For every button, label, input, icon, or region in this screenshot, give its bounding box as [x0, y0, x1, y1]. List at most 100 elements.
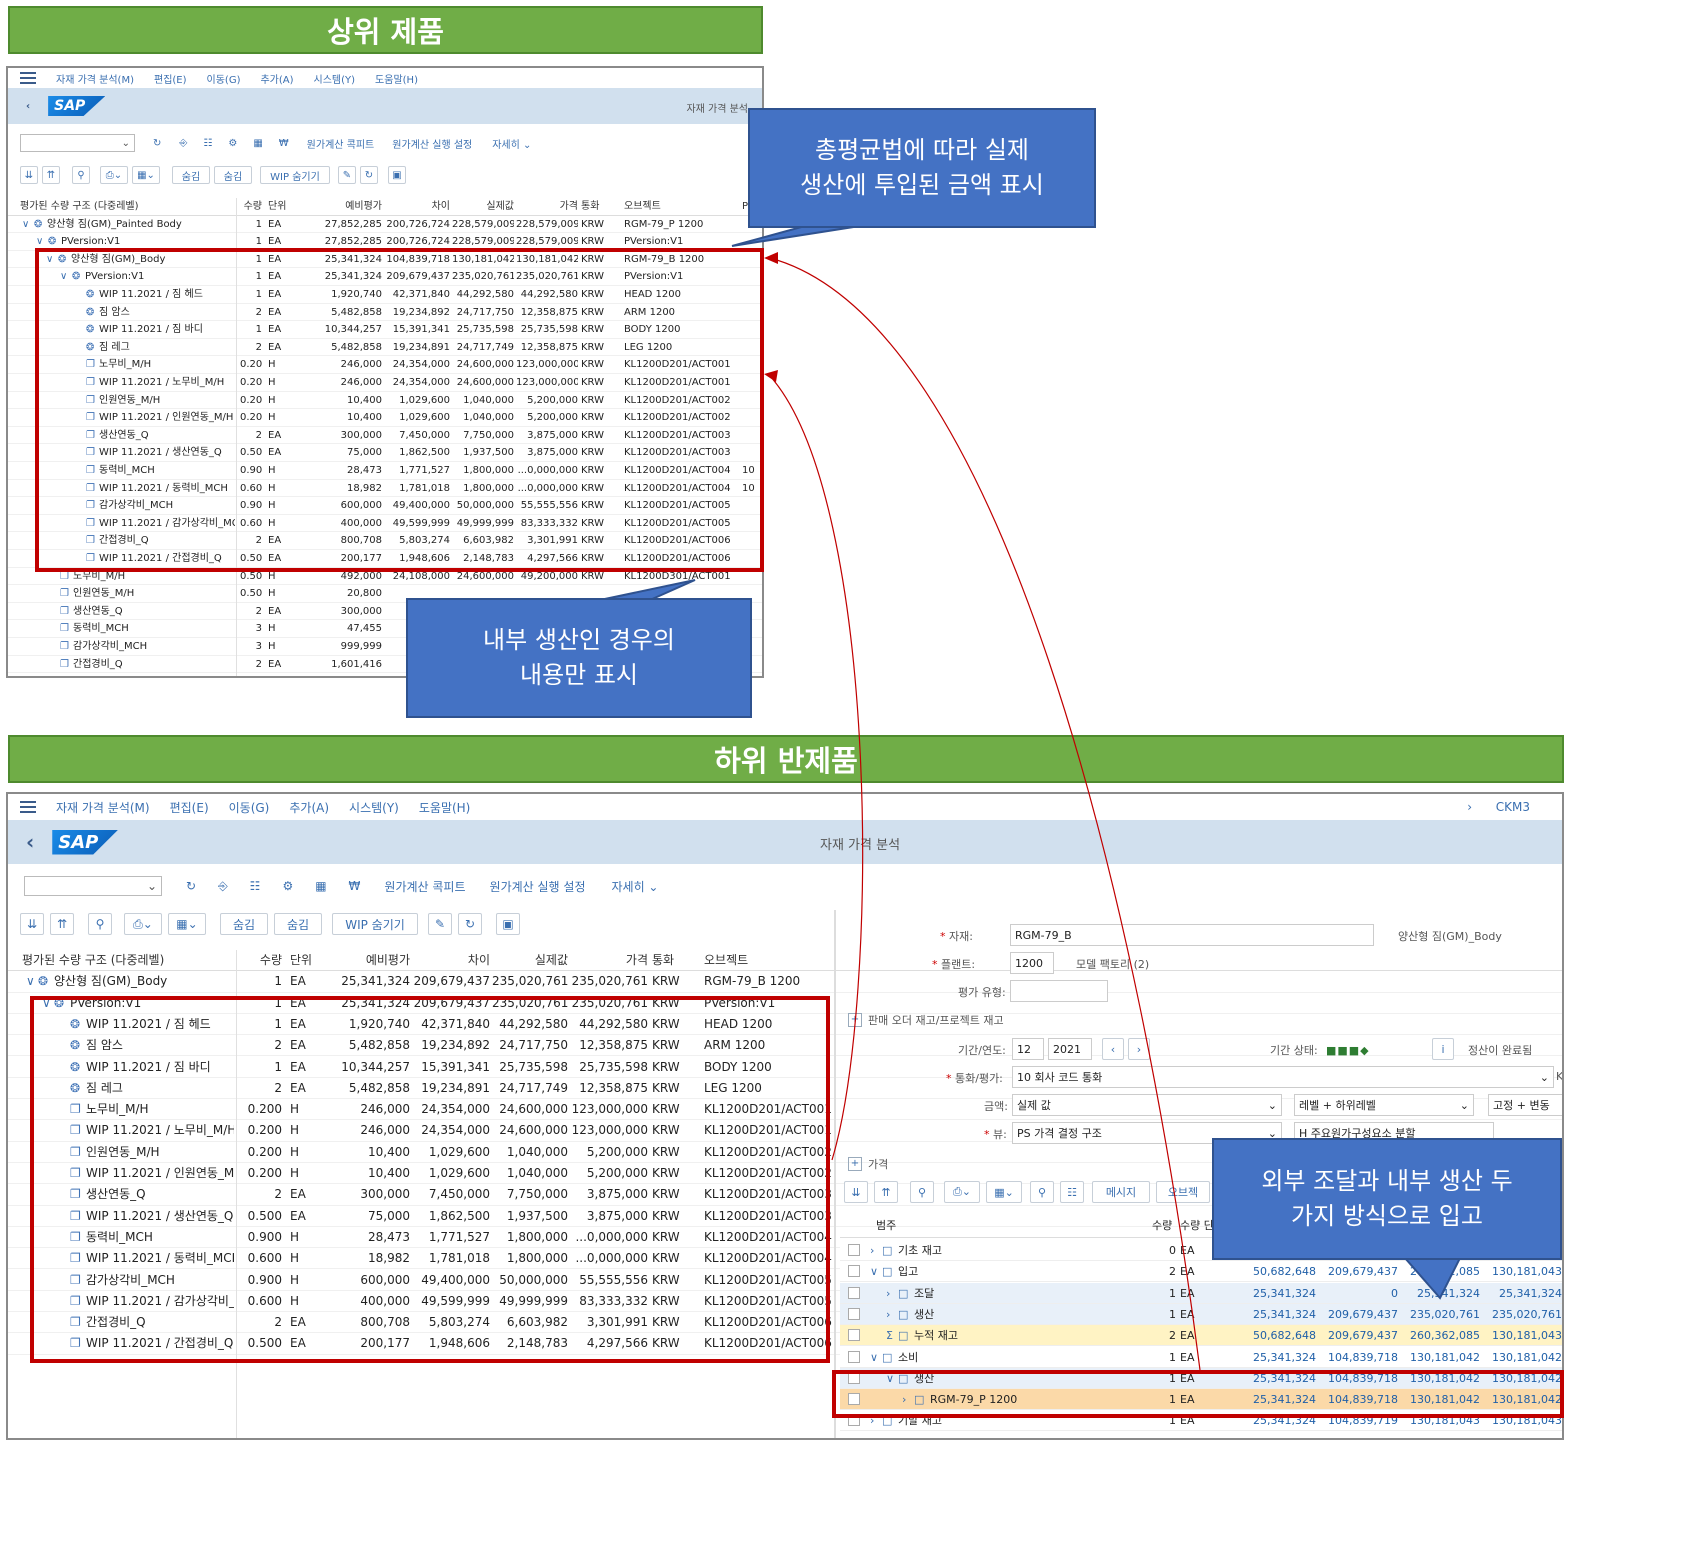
variant-dropdown[interactable]: ⌄ [20, 134, 135, 152]
table-row[interactable]: ❐ 동력비_MCH 0.900 H 28,473 1,771,527 1,800,000..… [8, 462, 762, 480]
row-chevron-icon[interactable]: › [886, 1304, 890, 1325]
table-row[interactable]: ❂ 짐 암스 2 EA 5,482,858 19,234,892 24,717,750 12,… [8, 304, 762, 322]
level-select[interactable]: 레벨 + 하위레벨 ⌄ [1294, 1094, 1474, 1116]
menu-item[interactable]: 도움말(H) [419, 801, 471, 815]
splitter[interactable] [834, 910, 836, 1438]
column-header[interactable]: 가격 [516, 198, 578, 216]
hide-button-2[interactable]: 숨김 [214, 166, 252, 184]
print-button-3[interactable]: ⎙⌄ [944, 1181, 980, 1203]
hide-button-3[interactable]: 숨김 [220, 913, 268, 935]
menu-item[interactable]: 추가(A) [289, 801, 329, 815]
layout-button-2[interactable]: ▦⌄ [168, 913, 206, 935]
menu-item[interactable]: 시스템(Y) [314, 75, 356, 86]
grid-column-header[interactable]: 수량 [1152, 1214, 1172, 1238]
costing-cockpit-link-2[interactable]: 원가계산 콕피트 [384, 878, 465, 895]
search-button-2[interactable]: ⚲ [88, 913, 112, 935]
row-checkbox[interactable] [848, 1244, 860, 1256]
currency-icon[interactable]: ₩ [279, 138, 289, 149]
collapse-all-button-2[interactable]: ⇈ [50, 913, 74, 935]
column-header[interactable]: 평가된 수량 구조 (다중레벨) [20, 198, 235, 216]
table-row[interactable]: ❂ 짐 레그 2 EA 5,482,858 19,234,891 24,717,749 12,… [8, 339, 762, 357]
column-header[interactable]: 통화 [581, 198, 611, 216]
sales-order-stock-toggle[interactable]: + 판매 오더 재고/프로젝트 재고 [848, 1012, 1004, 1028]
column-header[interactable]: 실제값 [492, 950, 568, 971]
table-row[interactable]: ❐ 간접경비_Q 2 EA 800,708 5,803,274 6,603,982 3,301… [8, 532, 762, 550]
layout-button-3[interactable]: ▦⌄ [986, 1181, 1022, 1203]
next-period-button[interactable]: › [1128, 1038, 1150, 1060]
row-chevron-icon[interactable]: Σ [886, 1325, 893, 1346]
price-section[interactable]: + 가격 [848, 1156, 888, 1172]
row-checkbox[interactable] [848, 1414, 860, 1427]
row-checkbox[interactable] [848, 1286, 860, 1299]
tool-button-2[interactable]: ✎ [428, 913, 452, 935]
table-row[interactable]: ❐ 감가상각비_MCH 0.900 H 600,000 49,400,000 50,000,… [8, 497, 762, 515]
wip-hide-button[interactable]: WIP 숨기기 [260, 166, 330, 184]
row-chevron-icon[interactable]: › [902, 1389, 906, 1410]
message-button[interactable]: 메시지 [1092, 1181, 1150, 1203]
hierarchy-icon-2[interactable]: ☷ [250, 879, 261, 893]
settings-icon[interactable]: ⚙ [228, 138, 237, 149]
menu-item[interactable]: 시스템(Y) [349, 801, 399, 815]
menu-item[interactable]: 이동(G) [229, 801, 270, 815]
search-button[interactable]: ⚲ [72, 166, 90, 184]
more-link[interactable]: 자세히 ⌄ [492, 136, 531, 151]
menu-item[interactable]: 편집(E) [170, 801, 209, 815]
column-header[interactable]: 가격 [570, 950, 648, 971]
expand-chevron-icon[interactable]: ∨ [36, 233, 43, 251]
grid-row[interactable]: › □ RGM-79_P 1200 1 EA 25,341,324 104,839,718 1… [840, 1389, 1562, 1411]
row-checkbox[interactable] [848, 1329, 860, 1342]
column-header[interactable]: 수량 [240, 950, 282, 971]
expand-chevron-icon[interactable]: ∨ [22, 216, 29, 234]
column-divider[interactable] [236, 950, 237, 1438]
row-chevron-icon[interactable]: ∨ [870, 1347, 878, 1368]
row-checkbox[interactable] [848, 1350, 860, 1363]
collapse-button-3[interactable]: ⇈ [874, 1181, 898, 1203]
column-header[interactable]: 차이 [384, 198, 450, 216]
table-row[interactable]: ∨ ❂ PVersion:V1 1 EA 27,852,285 200,726,724 228… [8, 233, 762, 251]
row-checkbox[interactable] [848, 1265, 860, 1278]
settings-icon-2[interactable]: ⚙ [282, 879, 293, 893]
table-row[interactable]: ∨ ❂ 양산형 짐(GM)_Painted Body 1 EA 27,852,285 200… [8, 216, 762, 234]
row-chevron-icon[interactable]: ∨ [886, 1368, 894, 1389]
info-button[interactable]: i [1432, 1038, 1454, 1060]
object-button[interactable]: 오브젝 [1156, 1181, 1210, 1203]
more-link-2[interactable]: 자세히 ⌄ [611, 878, 658, 895]
grid-row[interactable]: › □ 조달 1 EA 25,341,324 0 25,341,324 25,341,324 [840, 1282, 1562, 1304]
wip-hide-button-2[interactable]: WIP 숨기기 [332, 913, 418, 935]
layout-button[interactable]: ▦⌄ [132, 166, 160, 184]
row-chevron-icon[interactable]: › [886, 1283, 890, 1304]
plant-input[interactable]: 1200 [1010, 952, 1054, 974]
year-input[interactable]: 2021 [1048, 1038, 1092, 1060]
zoom-button[interactable]: ⚲ [1030, 1181, 1054, 1203]
menu-item[interactable]: 이동(G) [207, 75, 241, 86]
row-checkbox[interactable] [848, 1371, 860, 1384]
search-button-3[interactable]: ⚲ [910, 1181, 934, 1203]
grid-row[interactable]: Σ □ 누적 재고 2 EA 50,682,648 209,679,437 260,362,0… [840, 1325, 1562, 1347]
calculator-icon[interactable]: ▦ [253, 138, 262, 149]
table-row[interactable]: ❂ WIP 11.2021 / 짐 바디 1 EA 10,344,257 15,391,3… [8, 321, 762, 339]
valuation-type-input[interactable] [1010, 980, 1108, 1002]
back-icon[interactable]: ‹ [26, 101, 30, 112]
collapse-all-button[interactable]: ⇈ [42, 166, 60, 184]
table-row[interactable]: ❂ WIP 11.2021 / 짐 헤드 1 EA 1,920,740 42,371,84… [8, 286, 762, 304]
package-button-2[interactable]: ▣ [496, 913, 520, 935]
expand-chevron-icon[interactable]: ∨ [42, 993, 51, 1014]
hide-button-4[interactable]: 숨김 [274, 913, 322, 935]
column-header[interactable]: 실제값 [452, 198, 514, 216]
material-icon-2[interactable]: ⎆ [218, 879, 228, 894]
table-row[interactable]: ❐ 인원연동_M/H 0.200 H 10,400 1,029,600 1,040,000 5… [8, 392, 762, 410]
package-button[interactable]: ▣ [388, 166, 406, 184]
grid-row[interactable]: ∨ □ 소비 1 EA 25,341,324 104,839,718 130,181,042 1… [840, 1346, 1562, 1368]
grid-row[interactable]: › □ 기말 재고 1 EA 25,341,324 104,839,719 130,181,0… [840, 1410, 1562, 1432]
fixed-variable-select[interactable]: 고정 + 변동 [1488, 1094, 1562, 1116]
period-input[interactable]: 12 [1012, 1038, 1044, 1060]
variant-dropdown-2[interactable]: ⌄ [24, 876, 162, 896]
menu-item[interactable]: 자재 가격 분석(M) [56, 801, 150, 815]
refresh-icon[interactable]: ↻ [153, 138, 161, 149]
menu-item[interactable]: 자재 가격 분석(M) [56, 75, 134, 86]
column-header[interactable]: 오브젝트 [624, 198, 734, 216]
expand-chevron-icon[interactable]: ∨ [60, 268, 67, 286]
grid-row[interactable]: › □ 생산 1 EA 25,341,324 209,679,437 235,020,761 2… [840, 1303, 1562, 1325]
column-header[interactable]: 단위 [268, 198, 298, 216]
costing-cockpit-link[interactable]: 원가계산 콕피트 [307, 136, 375, 151]
